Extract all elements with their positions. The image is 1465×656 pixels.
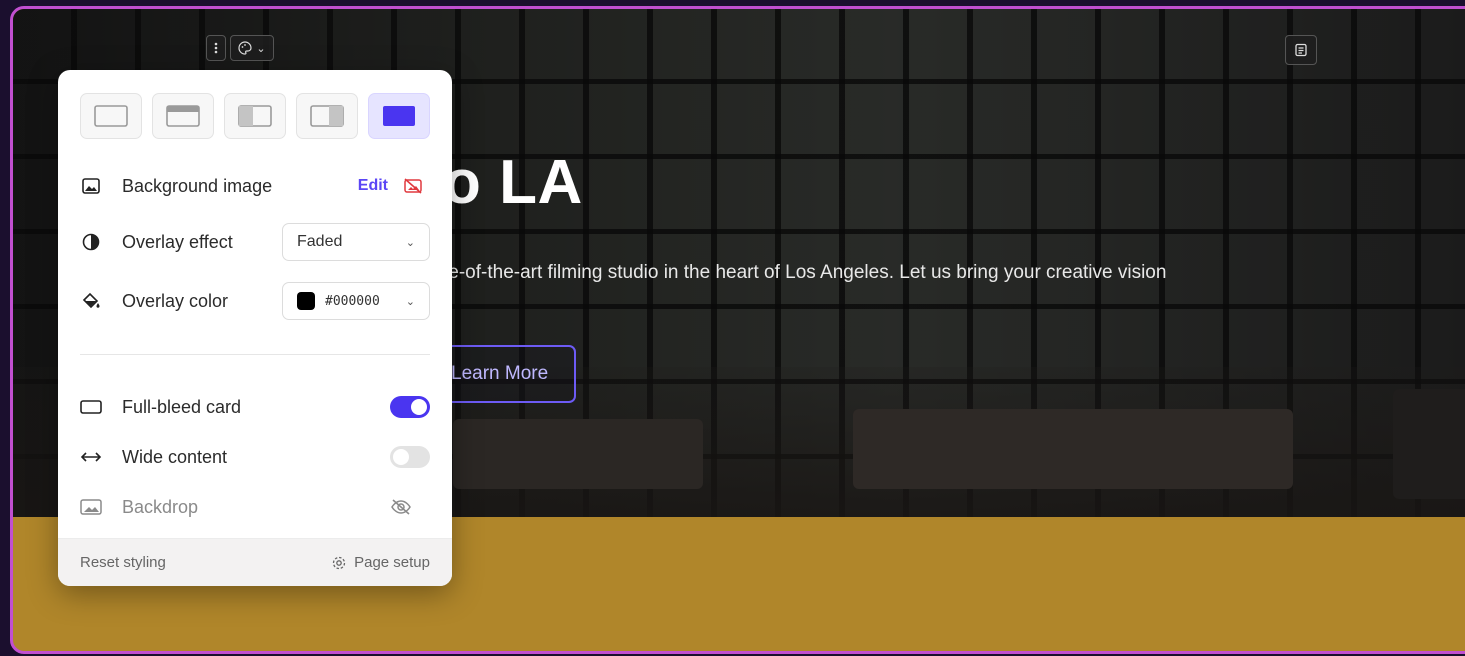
- overlay-color-row: Overlay color #000000 ⌄: [80, 281, 430, 321]
- hero-title: o LA: [443, 148, 583, 217]
- panel-footer: Reset styling Page setup: [58, 538, 452, 586]
- page-setup-label: Page setup: [354, 554, 430, 571]
- chevron-down-icon: ⌄: [405, 295, 415, 308]
- background-image-row: Background image Edit: [80, 168, 430, 204]
- reset-styling-button[interactable]: Reset styling: [80, 554, 166, 571]
- sofa-decor-left: [453, 419, 703, 489]
- chevron-down-icon: ⌄: [405, 236, 415, 249]
- page-setup-button[interactable]: Page setup: [332, 554, 430, 571]
- gear-icon: [332, 556, 346, 569]
- layout-option-header[interactable]: [152, 93, 214, 139]
- overlay-effect-select[interactable]: Faded ⌄: [282, 223, 430, 261]
- layout-option-full-bleed[interactable]: [368, 93, 430, 139]
- sofa-decor: [853, 409, 1293, 489]
- full-bleed-toggle[interactable]: [390, 396, 430, 418]
- overlay-effect-row: Overlay effect Faded ⌄: [80, 222, 430, 262]
- layout-left-image-icon: [238, 105, 272, 127]
- chair-decor: [1393, 389, 1465, 499]
- drag-handle-icon[interactable]: [206, 35, 226, 61]
- document-icon: [1295, 43, 1307, 57]
- overlay-color-value: #000000: [325, 293, 380, 309]
- layout-option-right-image[interactable]: [296, 93, 358, 139]
- panel-divider: [80, 354, 430, 355]
- full-bleed-label: Full-bleed card: [122, 396, 242, 417]
- card-style-panel: Background image Edit Overlay effect Fad…: [58, 70, 452, 586]
- layout-full-bleed-icon: [383, 106, 415, 126]
- card-layout-options: [80, 93, 430, 139]
- card-outline-icon: [80, 396, 102, 418]
- backdrop-image-icon: [80, 496, 102, 518]
- full-bleed-row: Full-bleed card: [80, 389, 430, 425]
- overlay-effect-value: Faded: [297, 233, 343, 250]
- background-image-label: Background image: [122, 175, 273, 196]
- backdrop-label: Backdrop: [122, 496, 199, 517]
- paint-bucket-icon: [80, 290, 102, 312]
- chevron-down-icon: ⌄: [256, 42, 266, 55]
- edit-background-image-link[interactable]: Edit: [358, 177, 388, 195]
- block-toolbar: ⌄: [206, 35, 274, 61]
- hero-subtitle: te-of-the-art filming studio in the hear…: [443, 262, 1167, 283]
- style-palette-button[interactable]: ⌄: [230, 35, 274, 61]
- backdrop-row: Backdrop: [80, 489, 430, 525]
- layout-header-icon: [166, 105, 200, 127]
- page-notes-button[interactable]: [1285, 35, 1317, 65]
- remove-image-icon[interactable]: [404, 178, 422, 194]
- layout-option-left-image[interactable]: [224, 93, 286, 139]
- image-icon: [80, 175, 102, 197]
- overlay-color-label: Overlay color: [122, 290, 229, 311]
- eye-off-icon[interactable]: [390, 498, 412, 516]
- wide-content-label: Wide content: [122, 446, 228, 467]
- palette-icon: [238, 41, 252, 55]
- overlay-effect-label: Overlay effect: [122, 231, 233, 252]
- layout-plain-icon: [94, 105, 128, 127]
- contrast-icon: [80, 231, 102, 253]
- layout-right-image-icon: [310, 105, 344, 127]
- layout-option-plain[interactable]: [80, 93, 142, 139]
- wide-content-row: Wide content: [80, 439, 430, 475]
- color-swatch: [297, 292, 315, 310]
- arrows-horizontal-icon: [80, 446, 102, 468]
- wide-content-toggle[interactable]: [390, 446, 430, 468]
- overlay-color-picker[interactable]: #000000 ⌄: [282, 282, 430, 320]
